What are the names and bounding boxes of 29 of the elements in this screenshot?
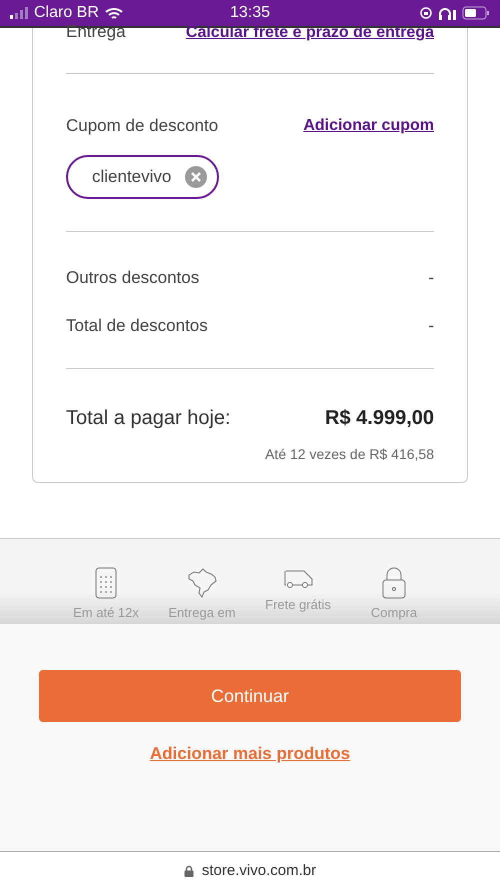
headphones-icon — [438, 6, 456, 20]
coupon-code: clientevivo — [92, 167, 172, 187]
lock-icon — [184, 864, 194, 876]
signal-icon — [10, 7, 28, 19]
discount-value: - — [428, 268, 434, 288]
feature-label: Frete grátis — [265, 597, 331, 612]
url-text: store.vivo.com.br — [202, 862, 316, 879]
shipping-link[interactable]: Calcular frete e prazo de entrega — [186, 24, 434, 42]
carrier-text: Claro BR — [34, 4, 99, 22]
delivery-label: Entrega — [66, 22, 126, 42]
calculator-icon — [95, 567, 117, 599]
add-coupon-link[interactable]: Adicionar cupom — [303, 117, 434, 135]
discount-label: Total de descontos — [66, 316, 208, 336]
total-value: R$ 4.999,00 — [325, 407, 434, 430]
map-icon — [186, 567, 218, 599]
discount-label: Outros descontos — [66, 268, 200, 288]
remove-icon[interactable] — [185, 166, 208, 188]
clock-text: 13:35 — [230, 4, 270, 22]
wifi-icon — [104, 6, 123, 20]
total-label: Total a pagar hoje: — [66, 407, 231, 430]
coupon-label: Cupom de desconto — [66, 116, 218, 136]
battery-icon — [462, 6, 490, 20]
feature-label: Compra — [370, 605, 418, 620]
installments-text: Até 12 vezes de R$ 416,58 — [264, 446, 434, 462]
feature-label: Entrega em — [168, 605, 236, 620]
feature-label: Em até 12x — [73, 605, 139, 620]
lock-icon — [382, 567, 406, 599]
rotation-lock-icon — [420, 7, 432, 19]
discount-value: - — [428, 316, 434, 336]
